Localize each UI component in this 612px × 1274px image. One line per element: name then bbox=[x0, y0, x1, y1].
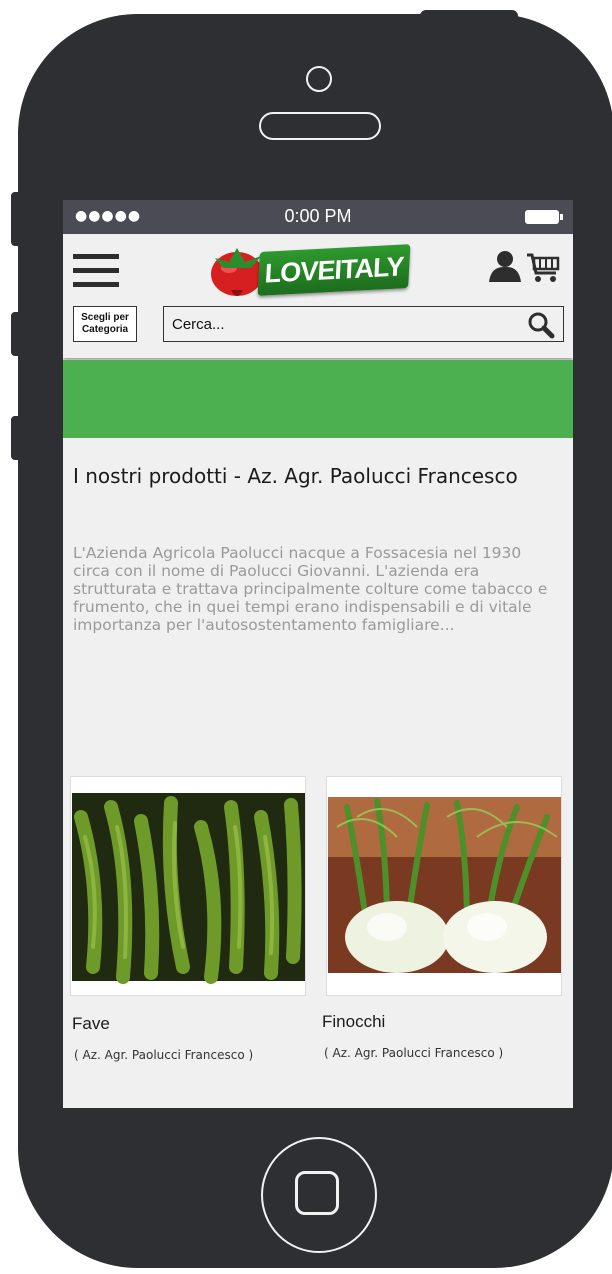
green-banner bbox=[63, 360, 573, 438]
home-button-square bbox=[295, 1171, 339, 1215]
cart-icon[interactable] bbox=[525, 252, 561, 284]
phone-screen: ●●●●● 0:00 PM LOVEITALY Scegli per Categ… bbox=[63, 200, 573, 1108]
search-box bbox=[163, 306, 564, 342]
fennel-image bbox=[327, 777, 561, 995]
product-name-finocchi[interactable]: Finocchi bbox=[322, 1012, 385, 1032]
logo-text: LOVEITALY bbox=[257, 244, 411, 296]
product-image-finocchi[interactable] bbox=[326, 776, 562, 996]
app-header: LOVEITALY Scegli per Categoria bbox=[63, 234, 573, 358]
user-icon[interactable] bbox=[489, 250, 521, 282]
phone-speaker bbox=[259, 112, 381, 140]
loveitaly-logo[interactable]: LOVEITALY bbox=[207, 238, 421, 304]
battery-icon bbox=[525, 210, 563, 224]
search-icon[interactable] bbox=[527, 311, 555, 339]
product-farm-fave: ( Az. Agr. Paolucci Francesco ) bbox=[74, 1048, 254, 1062]
status-bar: ●●●●● 0:00 PM bbox=[63, 200, 573, 234]
phone-home-button[interactable] bbox=[261, 1137, 377, 1253]
page-title: I nostri prodotti - Az. Agr. Paolucci Fr… bbox=[73, 464, 518, 488]
category-button[interactable]: Scegli per Categoria bbox=[73, 306, 137, 342]
search-input[interactable] bbox=[172, 313, 512, 335]
product-image-fave[interactable] bbox=[70, 776, 306, 996]
status-time: 0:00 PM bbox=[284, 206, 352, 226]
phone-camera bbox=[306, 66, 332, 92]
category-button-line2: Categoria bbox=[81, 324, 129, 335]
product-farm-finocchi: ( Az. Agr. Paolucci Francesco ) bbox=[324, 1046, 504, 1060]
farm-description: L'Azienda Agricola Paolucci nacque a Fos… bbox=[73, 544, 548, 634]
fava-beans-image bbox=[71, 777, 305, 995]
menu-icon[interactable] bbox=[73, 254, 119, 288]
product-name-fave[interactable]: Fave bbox=[72, 1014, 110, 1034]
category-button-line1: Scegli per bbox=[81, 312, 129, 323]
